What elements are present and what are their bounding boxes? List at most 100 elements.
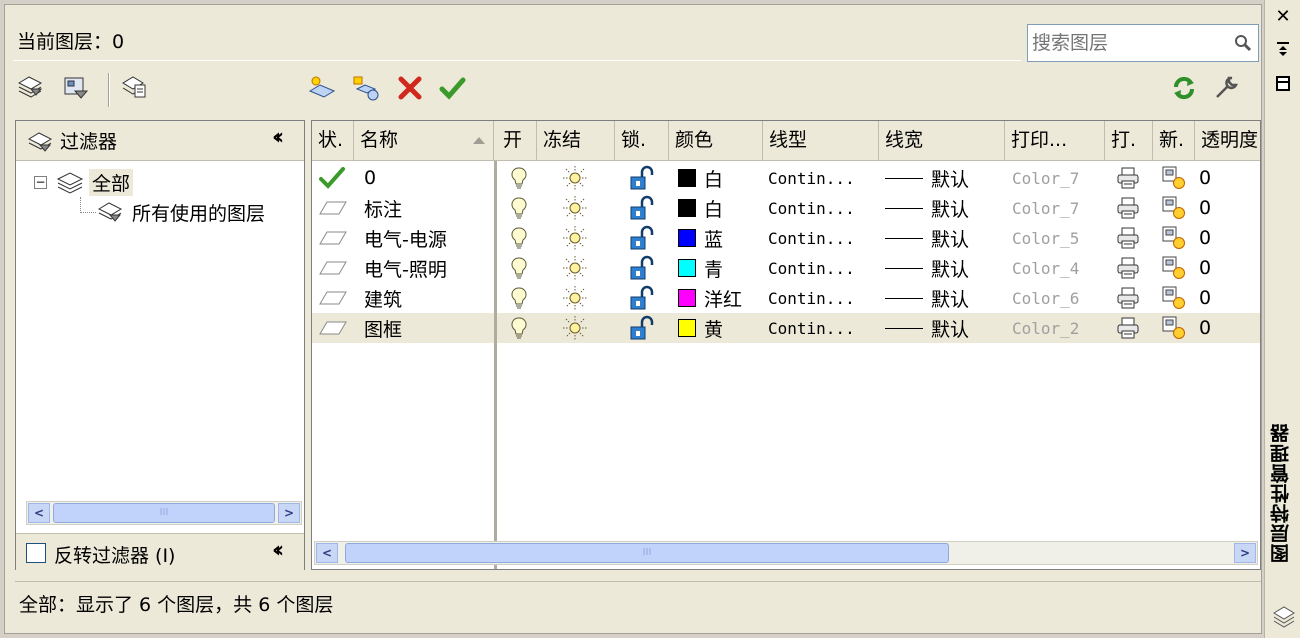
layer-thaw-sun-icon[interactable]: [562, 193, 588, 223]
layer-status-icon[interactable]: [318, 253, 348, 283]
scroll-thumb[interactable]: III: [53, 503, 275, 523]
layer-plot-printer-icon[interactable]: [1115, 283, 1141, 313]
layer-plot-style[interactable]: Color_2: [1012, 313, 1079, 343]
layer-status-icon[interactable]: [318, 283, 348, 313]
col-lineweight[interactable]: 线宽: [879, 121, 1005, 161]
layer-row[interactable]: 0 白 Contin... 默认 Color_7 0: [312, 163, 1260, 193]
layer-new-vp-freeze-icon[interactable]: [1161, 253, 1187, 283]
layer-unlock-icon[interactable]: [628, 163, 656, 193]
layer-unlock-icon[interactable]: [628, 193, 656, 223]
layer-status-icon[interactable]: [318, 193, 348, 223]
layer-lineweight[interactable]: 默认: [885, 313, 969, 343]
layer-color[interactable]: 青: [678, 253, 723, 283]
layer-lineweight[interactable]: 默认: [885, 193, 969, 223]
layer-unlock-icon[interactable]: [628, 283, 656, 313]
scroll-left-icon[interactable]: <: [28, 503, 50, 523]
tree-collapse-icon[interactable]: −: [34, 175, 47, 189]
layer-name[interactable]: 图框: [364, 313, 402, 343]
layer-linetype[interactable]: Contin...: [768, 163, 855, 193]
layer-new-vp-freeze-icon[interactable]: [1161, 223, 1187, 253]
layer-unlock-icon[interactable]: [628, 253, 656, 283]
layer-name[interactable]: 电气-照明: [364, 253, 447, 283]
col-plot-style[interactable]: 打印...: [1005, 121, 1105, 161]
col-freeze[interactable]: 冻结: [537, 121, 615, 161]
layer-name[interactable]: 0: [364, 163, 376, 193]
layer-plot-style[interactable]: Color_7: [1012, 193, 1079, 223]
layer-plot-printer-icon[interactable]: [1115, 253, 1141, 283]
layer-states-manager-icon[interactable]: [119, 73, 149, 103]
layer-new-vp-freeze-icon[interactable]: [1161, 283, 1187, 313]
layer-transparency[interactable]: 0: [1199, 223, 1211, 253]
layer-linetype[interactable]: Contin...: [768, 223, 855, 253]
layer-plot-style[interactable]: Color_6: [1012, 283, 1079, 313]
layer-lineweight[interactable]: 默认: [885, 223, 969, 253]
layer-lineweight[interactable]: 默认: [885, 163, 969, 193]
refresh-icon[interactable]: [1169, 73, 1199, 103]
invert-filter-checkbox[interactable]: [26, 543, 46, 563]
search-icon[interactable]: [1234, 34, 1252, 52]
layer-list-hscrollbar[interactable]: < III >: [314, 541, 1258, 565]
layer-transparency[interactable]: 0: [1199, 163, 1211, 193]
search-box[interactable]: [1027, 24, 1259, 62]
layer-new-vp-freeze-icon[interactable]: [1161, 193, 1187, 223]
scroll-right-icon[interactable]: >: [1234, 543, 1256, 563]
layer-on-bulb-icon[interactable]: [510, 313, 528, 343]
layer-plot-style[interactable]: Color_4: [1012, 253, 1079, 283]
layer-name[interactable]: 标注: [364, 193, 402, 223]
new-layer-icon[interactable]: [307, 73, 337, 103]
layer-row[interactable]: 电气-照明 青 Contin... 默认 Color_4 0: [312, 253, 1260, 283]
layer-row[interactable]: 图框 黄 Contin... 默认 Color_2 0: [312, 313, 1260, 343]
layer-thaw-sun-icon[interactable]: [562, 223, 588, 253]
tree-node-all-used[interactable]: 所有使用的图层: [96, 197, 265, 227]
search-input[interactable]: [1032, 29, 1222, 57]
col-name[interactable]: 名称: [354, 121, 494, 161]
layer-plot-style[interactable]: Color_7: [1012, 163, 1079, 193]
layer-thaw-sun-icon[interactable]: [562, 313, 588, 343]
layer-row[interactable]: 标注 白 Contin... 默认 Color_7 0: [312, 193, 1260, 223]
layer-thaw-sun-icon[interactable]: [562, 283, 588, 313]
layer-status-icon[interactable]: [318, 313, 348, 343]
col-color[interactable]: 颜色: [669, 121, 763, 161]
layer-plot-printer-icon[interactable]: [1115, 223, 1141, 253]
current-layer-check-icon[interactable]: [318, 163, 346, 193]
layer-row[interactable]: 电气-电源 蓝 Contin... 默认 Color_5 0: [312, 223, 1260, 253]
layer-linetype[interactable]: Contin...: [768, 283, 855, 313]
col-status[interactable]: 状.: [312, 121, 354, 161]
layer-transparency[interactable]: 0: [1199, 313, 1211, 343]
col-on[interactable]: 开: [497, 121, 537, 161]
layer-transparency[interactable]: 0: [1199, 253, 1211, 283]
scroll-thumb[interactable]: III: [345, 543, 949, 563]
layer-color[interactable]: 洋红: [678, 283, 742, 313]
layer-name[interactable]: 电气-电源: [364, 223, 447, 253]
layer-thaw-sun-icon[interactable]: [562, 253, 588, 283]
layer-lineweight[interactable]: 默认: [885, 283, 969, 313]
layer-linetype[interactable]: Contin...: [768, 253, 855, 283]
collapse-filter-panel-icon[interactable]: ‹‹: [272, 125, 284, 150]
layer-on-bulb-icon[interactable]: [510, 193, 528, 223]
col-plot[interactable]: 打.: [1105, 121, 1153, 161]
new-group-filter-icon[interactable]: [61, 73, 91, 103]
layer-thaw-sun-icon[interactable]: [562, 163, 588, 193]
layer-unlock-icon[interactable]: [628, 313, 656, 343]
delete-layer-icon[interactable]: [395, 73, 425, 103]
layer-color[interactable]: 蓝: [678, 223, 723, 253]
tree-node-all[interactable]: − 全部: [34, 167, 134, 197]
filter-panel-hscrollbar[interactable]: < III >: [26, 501, 302, 525]
frozen-column-divider[interactable]: [494, 161, 497, 569]
new-property-filter-icon[interactable]: [15, 73, 45, 103]
layer-status-icon[interactable]: [318, 223, 348, 253]
layer-color[interactable]: 白: [678, 193, 723, 223]
layer-on-bulb-icon[interactable]: [510, 163, 528, 193]
scroll-right-icon[interactable]: >: [278, 503, 300, 523]
col-transparency[interactable]: 透明度: [1195, 121, 1260, 161]
new-layer-vp-frozen-icon[interactable]: [351, 73, 381, 103]
layer-plot-style[interactable]: Color_5: [1012, 223, 1079, 253]
layer-color[interactable]: 黄: [678, 313, 723, 343]
properties-menu-icon[interactable]: [1265, 74, 1300, 100]
layer-name[interactable]: 建筑: [364, 283, 402, 313]
layer-plot-printer-icon[interactable]: [1115, 193, 1141, 223]
settings-wrench-icon[interactable]: [1211, 73, 1241, 103]
layer-on-bulb-icon[interactable]: [510, 223, 528, 253]
layer-row[interactable]: 建筑 洋红 Contin... 默认 Color_6 0: [312, 283, 1260, 313]
layer-new-vp-freeze-icon[interactable]: [1161, 313, 1187, 343]
